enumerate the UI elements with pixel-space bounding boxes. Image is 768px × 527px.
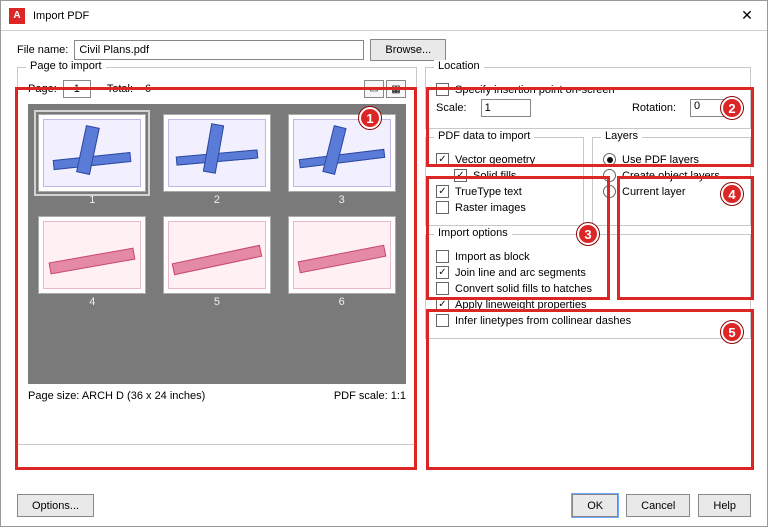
- titlebar: A Import PDF ✕: [1, 1, 767, 31]
- thumb-label: 4: [89, 296, 95, 308]
- thumb-label: 3: [339, 194, 345, 206]
- truetype-text-label: TrueType text: [455, 186, 522, 198]
- join-segments-checkbox[interactable]: [436, 266, 449, 279]
- rotation-select[interactable]: 0: [690, 99, 740, 117]
- page-thumbnail[interactable]: [163, 114, 271, 192]
- page-thumbnail[interactable]: [38, 216, 146, 294]
- create-object-layers-label: Create object layers: [622, 170, 720, 182]
- create-object-layers-radio[interactable]: [603, 169, 616, 182]
- page-label: Page:: [28, 83, 57, 95]
- join-segments-label: Join line and arc segments: [455, 267, 586, 279]
- cancel-button[interactable]: Cancel: [626, 494, 690, 517]
- dialog-buttons: Options... OK Cancel Help: [17, 494, 751, 517]
- view-grid-icon[interactable]: ▦: [386, 80, 406, 98]
- location-group: Location Specify insertion point on-scre…: [425, 67, 751, 129]
- lineweight-checkbox[interactable]: [436, 298, 449, 311]
- scale-label: Scale:: [436, 102, 467, 114]
- current-layer-label: Current layer: [622, 186, 686, 198]
- total-value: 6: [145, 83, 151, 95]
- page-to-import-group: Page to import Page: Total: 6 ▭ ▦: [17, 67, 417, 445]
- page-size-value: ARCH D (36 x 24 inches): [82, 390, 206, 402]
- use-pdf-layers-radio[interactable]: [603, 153, 616, 166]
- layers-legend: Layers: [601, 130, 642, 142]
- thumb-label: 5: [214, 296, 220, 308]
- thumb-label: 2: [214, 194, 220, 206]
- raster-images-checkbox[interactable]: [436, 201, 449, 214]
- page-to-import-legend: Page to import: [26, 60, 106, 72]
- total-label: Total:: [107, 83, 133, 95]
- file-row: File name: Browse...: [1, 31, 767, 67]
- pdf-scale-label: PDF scale:: [334, 390, 388, 402]
- thumb-label: 1: [89, 194, 95, 206]
- import-options-group: Import options Import as block Join line…: [425, 234, 751, 339]
- convert-hatches-label: Convert solid fills to hatches: [455, 283, 592, 295]
- scale-input[interactable]: [481, 99, 531, 117]
- truetype-text-checkbox[interactable]: [436, 185, 449, 198]
- file-name-label: File name:: [17, 44, 68, 56]
- solid-fills-label: Solid fills: [473, 170, 516, 182]
- layers-group: Layers Use PDF layers Create object laye…: [592, 137, 751, 226]
- page-thumbnail[interactable]: [38, 114, 146, 192]
- page-thumbnail[interactable]: [288, 114, 396, 192]
- import-as-block-label: Import as block: [455, 251, 530, 263]
- specify-point-label: Specify insertion point on-screen: [455, 84, 615, 96]
- rotation-label: Rotation:: [632, 102, 676, 114]
- import-as-block-checkbox[interactable]: [436, 250, 449, 263]
- help-button[interactable]: Help: [698, 494, 751, 517]
- location-legend: Location: [434, 60, 484, 72]
- infer-linetypes-checkbox[interactable]: [436, 314, 449, 327]
- infer-linetypes-label: Infer linetypes from collinear dashes: [455, 315, 631, 327]
- file-name-input[interactable]: [74, 40, 364, 60]
- thumb-label: 6: [339, 296, 345, 308]
- pdf-data-group: PDF data to import Vector geometry Solid…: [425, 137, 584, 226]
- page-number-input[interactable]: [63, 80, 91, 98]
- convert-hatches-checkbox[interactable]: [436, 282, 449, 295]
- lineweight-label: Apply lineweight properties: [455, 299, 586, 311]
- page-size-label: Page size:: [28, 390, 79, 402]
- app-icon: A: [9, 8, 25, 24]
- raster-images-label: Raster images: [455, 202, 526, 214]
- options-button[interactable]: Options...: [17, 494, 94, 517]
- import-options-legend: Import options: [434, 227, 512, 239]
- close-icon[interactable]: ✕: [735, 4, 759, 28]
- window-title: Import PDF: [33, 10, 735, 22]
- browse-button[interactable]: Browse...: [370, 39, 446, 61]
- thumbnail-panel: 1 2: [28, 104, 406, 384]
- import-pdf-dialog: A Import PDF ✕ File name: Browse... Page…: [0, 0, 768, 527]
- specify-point-checkbox[interactable]: [436, 83, 449, 96]
- page-thumbnail[interactable]: [163, 216, 271, 294]
- view-single-icon[interactable]: ▭: [364, 80, 384, 98]
- pdf-data-legend: PDF data to import: [434, 130, 534, 142]
- ok-button[interactable]: OK: [572, 494, 618, 517]
- solid-fills-checkbox[interactable]: [454, 169, 467, 182]
- use-pdf-layers-label: Use PDF layers: [622, 154, 699, 166]
- pdf-scale-value: 1:1: [391, 390, 406, 402]
- vector-geometry-checkbox[interactable]: [436, 153, 449, 166]
- data-and-layers-row: PDF data to import Vector geometry Solid…: [425, 137, 751, 226]
- vector-geometry-label: Vector geometry: [455, 154, 535, 166]
- page-thumbnail[interactable]: [288, 216, 396, 294]
- current-layer-radio[interactable]: [603, 185, 616, 198]
